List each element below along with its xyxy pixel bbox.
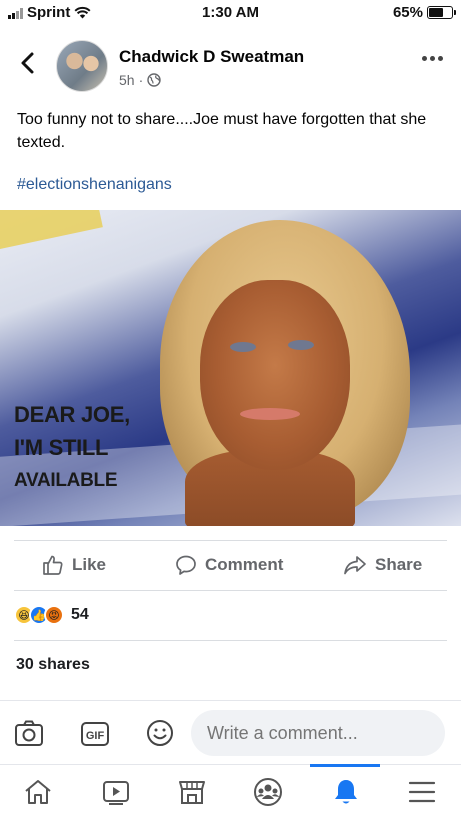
- divider-bottom: [14, 590, 447, 591]
- status-time: 1:30 AM: [202, 4, 259, 21]
- gif-icon[interactable]: GIF: [80, 719, 110, 747]
- nav-home[interactable]: [18, 775, 58, 809]
- status-right: 65%: [392, 4, 456, 21]
- marketplace-icon: [179, 781, 205, 804]
- shares-count[interactable]: 30 shares: [16, 656, 90, 674]
- comment-input[interactable]: [191, 710, 445, 756]
- reaction-count: 54: [71, 606, 89, 623]
- battery-fill: [429, 8, 444, 17]
- share-button[interactable]: Share: [343, 554, 422, 576]
- image-right-eye: [288, 340, 314, 350]
- angry-reaction-icon: 😡: [44, 605, 64, 625]
- groups-icon: [254, 778, 282, 806]
- share-label: Share: [375, 555, 423, 574]
- author-avatar[interactable]: [56, 40, 108, 92]
- post-image[interactable]: DEAR JOE, I'M STILL AVAILABLE: [0, 210, 461, 526]
- hashtag-link[interactable]: #electionshenanigans: [17, 176, 172, 194]
- nav-menu[interactable]: [402, 775, 442, 809]
- status-bar: Sprint 1:30 AM 65%: [0, 0, 461, 26]
- meme-line-2: I'M STILL: [14, 435, 109, 460]
- divider-top: [14, 540, 447, 541]
- post-text: Too funny not to share....Joe must have …: [17, 111, 427, 151]
- nav-watch[interactable]: [96, 775, 136, 809]
- meta-separator: ·: [138, 72, 144, 88]
- globe-icon: [147, 73, 161, 87]
- post-meta: 5h ·: [119, 72, 161, 88]
- image-left-eye: [230, 342, 256, 352]
- comment-button[interactable]: Comment: [175, 554, 283, 576]
- watch-icon: [103, 781, 129, 805]
- comment-label: Comment: [205, 555, 284, 574]
- meme-line-1: DEAR JOE,: [14, 402, 130, 427]
- notifications-icon: [335, 780, 357, 804]
- battery-percent: 65%: [392, 4, 423, 21]
- divider-reactions: [14, 640, 447, 641]
- nav-groups[interactable]: [248, 775, 288, 809]
- home-icon: [25, 780, 51, 804]
- comment-bar: GIF: [0, 700, 461, 764]
- back-arrow-icon[interactable]: [16, 48, 40, 78]
- like-label: Like: [72, 555, 107, 574]
- emoji-icon[interactable]: [146, 719, 174, 747]
- post-time[interactable]: 5h: [119, 72, 135, 88]
- post-header: Chadwick D Sweatman 5h ·: [0, 34, 461, 96]
- image-yellow-accent: [0, 210, 103, 253]
- comment-bubble-icon: [176, 555, 196, 575]
- thumbs-up-icon: [43, 555, 63, 575]
- menu-icon: [408, 781, 436, 803]
- share-arrow-icon: [344, 556, 366, 575]
- reactions-summary[interactable]: 😆 👍 😡 54: [14, 603, 89, 627]
- bottom-nav: [0, 764, 461, 819]
- battery-icon: [427, 6, 456, 19]
- post-actions: Like Comment Share: [0, 544, 461, 588]
- like-button[interactable]: Like: [42, 554, 106, 576]
- gif-label: GIF: [86, 730, 105, 742]
- image-mouth: [240, 408, 300, 420]
- author-name[interactable]: Chadwick D Sweatman: [119, 47, 304, 67]
- meme-line-3: AVAILABLE: [14, 470, 118, 491]
- nav-marketplace[interactable]: [172, 775, 212, 809]
- active-tab-indicator: [310, 764, 380, 767]
- more-options-icon[interactable]: [422, 56, 443, 61]
- camera-icon[interactable]: [14, 719, 44, 747]
- nav-notifications[interactable]: [326, 775, 366, 809]
- meme-caption: DEAR JOE, I'M STILL AVAILABLE: [14, 398, 130, 497]
- image-face: [200, 280, 350, 470]
